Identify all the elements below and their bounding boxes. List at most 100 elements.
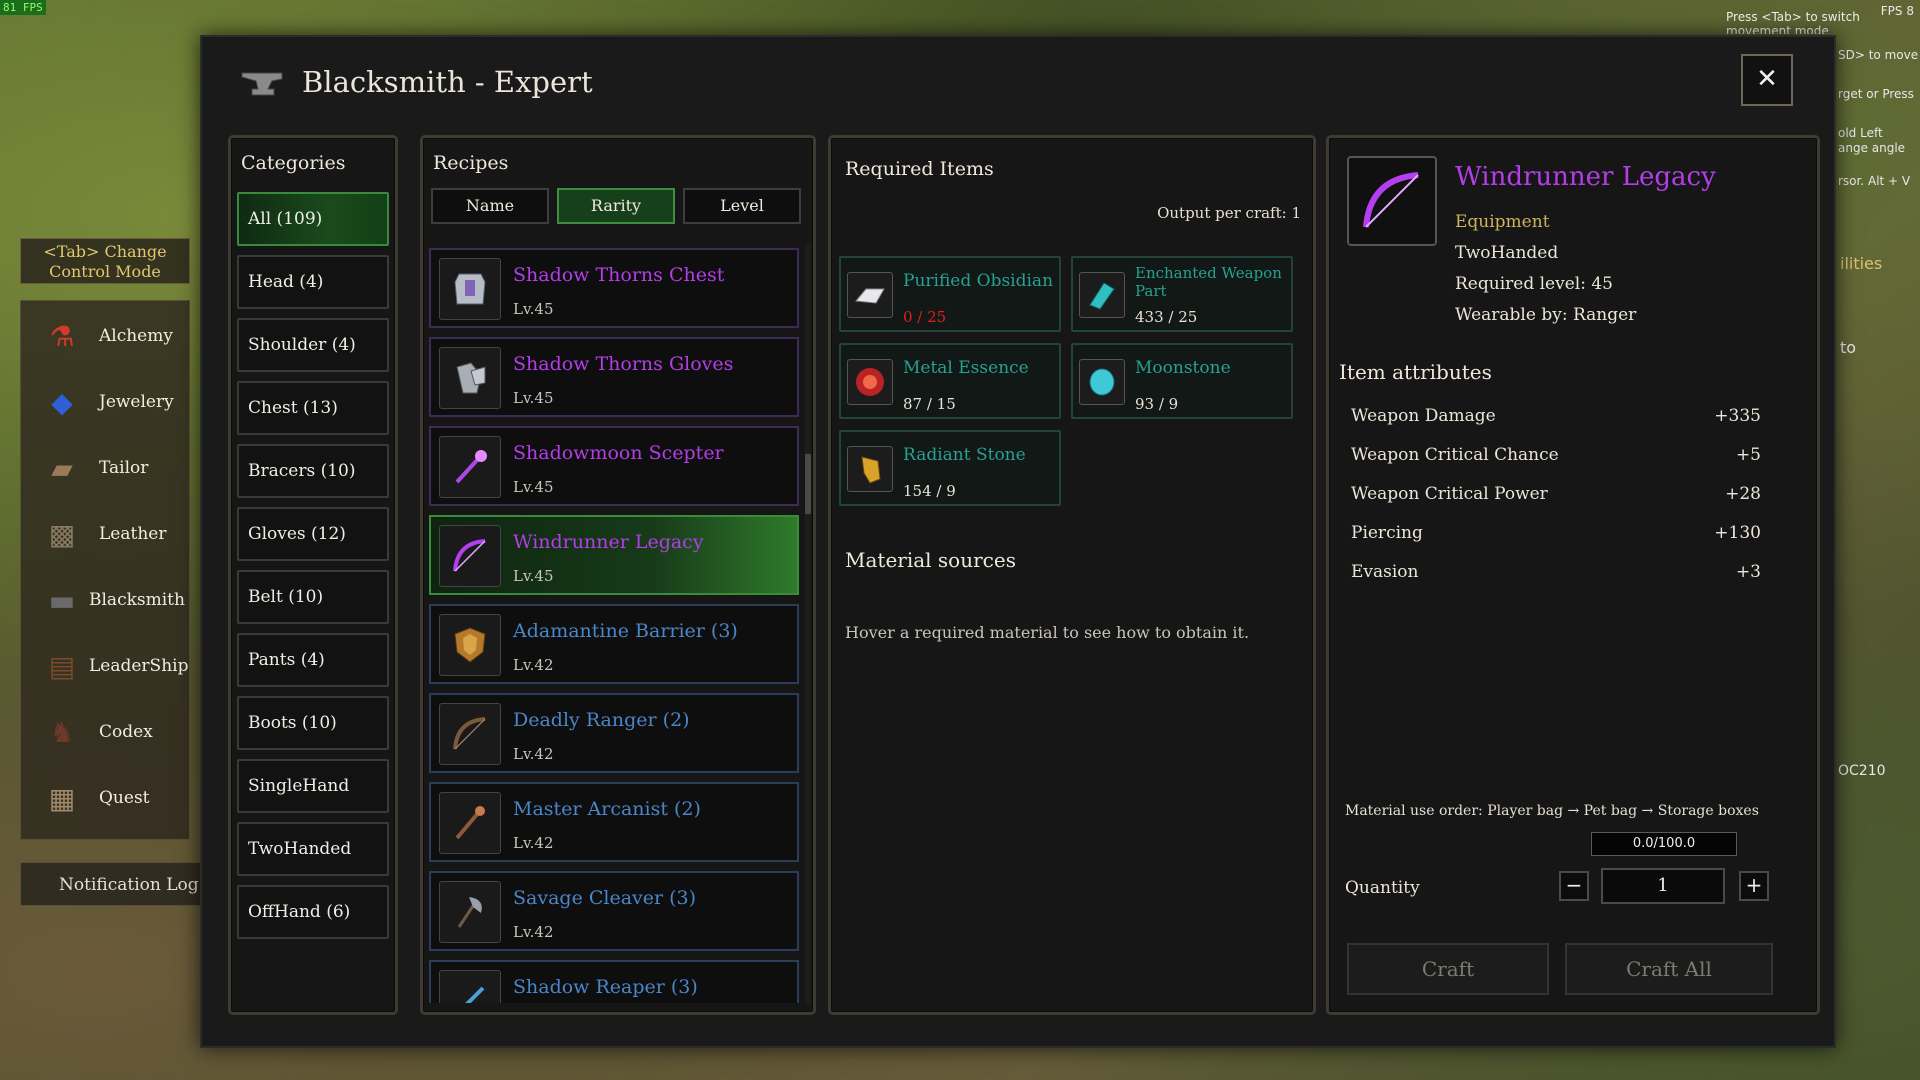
- recipes-panel: Recipes Name Rarity Level Shadow Thorns …: [420, 135, 816, 1015]
- attribute-value: +130: [1714, 523, 1761, 543]
- recipe-name: Savage Cleaver (3): [513, 887, 697, 909]
- category-head[interactable]: Head (4): [237, 255, 389, 309]
- recipe-name: Deadly Ranger (2): [513, 709, 690, 731]
- material-sources-hint: Hover a required material to see how to …: [845, 623, 1250, 642]
- category-pants[interactable]: Pants (4): [237, 633, 389, 687]
- sort-by-name-button[interactable]: Name: [431, 188, 549, 224]
- window-title: Blacksmith - Expert: [302, 65, 593, 99]
- quantity-increase-button[interactable]: +: [1739, 871, 1769, 901]
- category-all[interactable]: All (109): [237, 192, 389, 246]
- side-item-label: LeaderShip: [89, 656, 189, 676]
- recipe-level: Lv.45: [513, 389, 554, 407]
- recipe-list: Shadow Thorns Chest Lv.45 Shadow Thorns …: [429, 248, 805, 1003]
- category-bracers[interactable]: Bracers (10): [237, 444, 389, 498]
- bg-label-code: OC210: [1838, 763, 1886, 779]
- side-item-codex[interactable]: ♞ Codex: [21, 699, 191, 765]
- recipe-scroll-thumb[interactable]: [805, 454, 811, 514]
- category-boots[interactable]: Boots (10): [237, 696, 389, 750]
- blade-icon: [439, 970, 501, 1003]
- required-item-name: Metal Essence: [903, 358, 1029, 378]
- category-belt[interactable]: Belt (10): [237, 570, 389, 624]
- recipe-item[interactable]: Savage Cleaver (3) Lv.42: [429, 871, 799, 951]
- quantity-label: Quantity: [1345, 878, 1420, 898]
- notification-log-button[interactable]: Notification Log: [20, 862, 220, 906]
- craft-all-button[interactable]: Craft All: [1565, 943, 1773, 995]
- hide-icon: ▩: [48, 517, 76, 551]
- required-item-count: 154 / 9: [903, 482, 956, 500]
- attribute-row: Evasion +3: [1351, 562, 1761, 582]
- potion-icon: ⚗: [49, 319, 75, 353]
- side-item-alchemy[interactable]: ⚗ Alchemy: [21, 303, 191, 369]
- recipe-item[interactable]: Shadow Reaper (3): [429, 960, 799, 1003]
- side-item-leather[interactable]: ▩ Leather: [21, 501, 191, 567]
- required-item-count: 0 / 25: [903, 308, 947, 326]
- tab-change-mode-button[interactable]: <Tab> Change Control Mode: [20, 238, 190, 284]
- recipe-item[interactable]: Adamantine Barrier (3) Lv.42: [429, 604, 799, 684]
- movement-mode-hint: Press <Tab> to switch movement mode: [1726, 10, 1860, 34]
- bg-label-abilities: ilities: [1840, 254, 1883, 273]
- dragon-icon: ♞: [49, 715, 75, 749]
- required-item[interactable]: Metal Essence 87 / 15: [839, 343, 1061, 419]
- attribute-row: Piercing +130: [1351, 523, 1761, 543]
- attribute-value: +28: [1725, 484, 1761, 504]
- close-button[interactable]: ✕: [1741, 54, 1793, 106]
- side-hint-3: old Left: [1838, 126, 1883, 140]
- item-name: Windrunner Legacy: [1455, 162, 1716, 192]
- item-subtype: TwoHanded: [1455, 243, 1559, 263]
- recipe-item[interactable]: Deadly Ranger (2) Lv.42: [429, 693, 799, 773]
- required-item-count: 93 / 9: [1135, 395, 1179, 413]
- recipe-item[interactable]: Shadow Thorns Chest Lv.45: [429, 248, 799, 328]
- required-item[interactable]: Purified Obsidian 0 / 25: [839, 256, 1061, 332]
- side-item-blacksmith[interactable]: ▬ Blacksmith: [21, 567, 191, 633]
- recipe-item[interactable]: Master Arcanist (2) Lv.42: [429, 782, 799, 862]
- required-items-title: Required Items: [845, 158, 994, 180]
- radiant-stone-icon: [847, 446, 893, 492]
- recipe-name: Shadowmoon Scepter: [513, 442, 724, 464]
- category-shoulder[interactable]: Shoulder (4): [237, 318, 389, 372]
- recipe-scrollbar[interactable]: [805, 244, 811, 1004]
- category-gloves[interactable]: Gloves (12): [237, 507, 389, 561]
- side-item-tailor[interactable]: ▰ Tailor: [21, 435, 191, 501]
- attribute-value: +3: [1735, 562, 1761, 582]
- side-item-leadership[interactable]: ▤ LeaderShip: [21, 633, 191, 699]
- attribute-row: Weapon Damage +335: [1351, 406, 1761, 426]
- craft-button[interactable]: Craft: [1347, 943, 1549, 995]
- side-item-jewelery[interactable]: ◆ Jewelery: [21, 369, 191, 435]
- attribute-name: Evasion: [1351, 562, 1419, 582]
- book-icon: ▤: [48, 649, 76, 683]
- sort-by-level-button[interactable]: Level: [683, 188, 801, 224]
- required-item[interactable]: Enchanted Weapon Part 433 / 25: [1071, 256, 1293, 332]
- category-singlehand[interactable]: SingleHand (16): [237, 759, 389, 846]
- attribute-row: Weapon Critical Power +28: [1351, 484, 1761, 504]
- recipe-name: Adamantine Barrier (3): [513, 620, 738, 642]
- side-item-quest[interactable]: ▦ Quest: [21, 765, 191, 831]
- item-detail-panel: Windrunner Legacy Equipment TwoHanded Re…: [1326, 135, 1820, 1015]
- recipe-name: Windrunner Legacy: [513, 531, 704, 553]
- recipe-name: Master Arcanist (2): [513, 798, 701, 820]
- sort-by-rarity-button[interactable]: Rarity: [557, 188, 675, 224]
- quantity-decrease-button[interactable]: −: [1559, 871, 1589, 901]
- side-hint-2: rget or Press: [1838, 87, 1914, 101]
- required-item[interactable]: Radiant Stone 154 / 9: [839, 430, 1061, 506]
- required-item[interactable]: Moonstone 93 / 9: [1071, 343, 1293, 419]
- required-item-name: Enchanted Weapon Part: [1135, 264, 1282, 300]
- cloth-icon: ▰: [51, 451, 73, 485]
- quantity-input[interactable]: 1: [1601, 868, 1725, 904]
- recipe-name: Shadow Thorns Chest: [513, 264, 725, 286]
- side-item-label: Codex: [99, 722, 153, 742]
- fps-counter: 81 FPS: [0, 0, 46, 15]
- chest-armor-icon: [439, 258, 501, 320]
- attribute-value: +335: [1714, 406, 1761, 426]
- required-item-name: Moonstone: [1135, 358, 1231, 378]
- category-offhand[interactable]: OffHand (6): [237, 885, 389, 939]
- recipe-item-selected[interactable]: Windrunner Legacy Lv.45: [429, 515, 799, 595]
- required-item-name: Purified Obsidian: [903, 271, 1054, 291]
- recipe-level: Lv.42: [513, 656, 554, 674]
- essence-icon: [847, 359, 893, 405]
- category-twohanded[interactable]: TwoHanded (20): [237, 822, 389, 909]
- bow-icon: [439, 703, 501, 765]
- category-chest[interactable]: Chest (13): [237, 381, 389, 435]
- attribute-value: +5: [1735, 445, 1761, 465]
- recipe-item[interactable]: Shadowmoon Scepter Lv.45: [429, 426, 799, 506]
- recipe-item[interactable]: Shadow Thorns Gloves Lv.45: [429, 337, 799, 417]
